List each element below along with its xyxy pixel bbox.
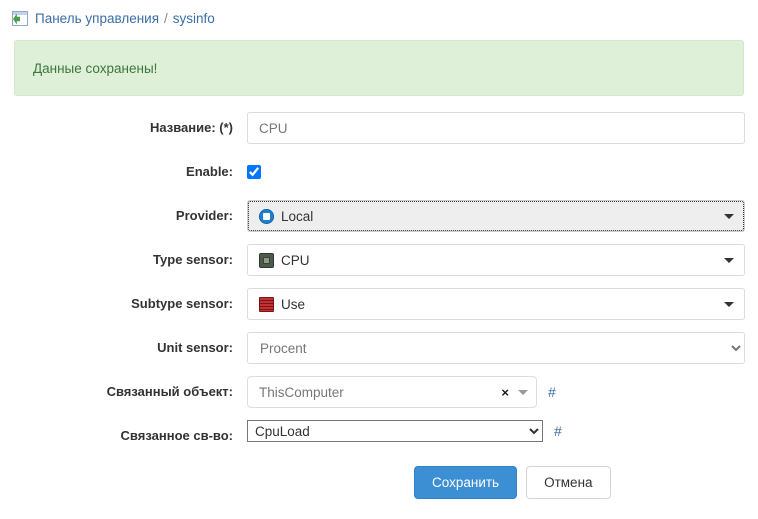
linked-object-label: Связанный объект: xyxy=(0,376,247,408)
cpu-chip-icon xyxy=(259,253,274,268)
name-input[interactable] xyxy=(247,112,745,144)
linked-property-hash-link[interactable]: # xyxy=(554,423,562,439)
type-sensor-value: CPU xyxy=(281,253,310,268)
linked-property-label: Связанное св-во: xyxy=(0,420,247,452)
chevron-down-icon xyxy=(518,390,528,395)
breadcrumb-current-link[interactable]: sysinfo xyxy=(173,11,215,26)
clear-icon[interactable]: × xyxy=(501,386,509,399)
local-provider-icon xyxy=(259,209,274,224)
provider-select[interactable]: Local xyxy=(247,200,745,232)
subtype-sensor-label: Subtype sensor: xyxy=(0,288,247,320)
success-alert: Данные сохранены! xyxy=(14,40,744,96)
panel-window-icon xyxy=(12,11,28,26)
form-row-type-sensor: Type sensor: CPU xyxy=(0,244,758,276)
breadcrumb: Панель управления / sysinfo xyxy=(0,0,758,36)
form-row-name: Название: (*) xyxy=(0,112,758,144)
subtype-sensor-select[interactable]: Use xyxy=(247,288,745,320)
chevron-down-icon xyxy=(724,302,734,307)
usage-bars-icon xyxy=(259,297,274,312)
form-row-subtype-sensor: Subtype sensor: Use xyxy=(0,288,758,320)
sensor-form: Название: (*) Enable: Provider: Local Ty… xyxy=(0,112,758,499)
enable-checkbox[interactable] xyxy=(247,165,261,179)
subtype-sensor-value: Use xyxy=(281,297,305,312)
cancel-button[interactable]: Отмена xyxy=(526,466,610,499)
form-actions: Сохранить Отмена xyxy=(0,466,758,499)
form-row-linked-property: Связанное св-во: CpuLoad # xyxy=(0,420,758,452)
save-button[interactable]: Сохранить xyxy=(414,466,517,499)
chevron-down-icon xyxy=(724,214,734,219)
provider-value: Local xyxy=(281,209,313,224)
form-row-unit-sensor: Unit sensor: Procent xyxy=(0,332,758,364)
provider-label: Provider: xyxy=(0,200,247,232)
breadcrumb-home-link[interactable]: Панель управления xyxy=(35,11,159,26)
linked-property-select[interactable]: CpuLoad xyxy=(247,420,543,442)
type-sensor-select[interactable]: CPU xyxy=(247,244,745,276)
success-alert-text: Данные сохранены! xyxy=(33,61,157,76)
name-label: Название: (*) xyxy=(0,112,247,144)
unit-sensor-select[interactable]: Procent xyxy=(247,332,745,364)
linked-object-value: ThisComputer xyxy=(259,385,501,400)
type-sensor-label: Type sensor: xyxy=(0,244,247,276)
form-row-linked-object: Связанный объект: ThisComputer × # xyxy=(0,376,758,408)
form-row-enable: Enable: xyxy=(0,156,758,188)
breadcrumb-separator: / xyxy=(164,11,168,26)
chevron-down-icon xyxy=(724,258,734,263)
unit-sensor-label: Unit sensor: xyxy=(0,332,247,364)
linked-object-hash-link[interactable]: # xyxy=(548,384,556,400)
form-row-provider: Provider: Local xyxy=(0,200,758,232)
enable-label: Enable: xyxy=(0,156,247,188)
linked-object-select[interactable]: ThisComputer × xyxy=(247,376,537,408)
